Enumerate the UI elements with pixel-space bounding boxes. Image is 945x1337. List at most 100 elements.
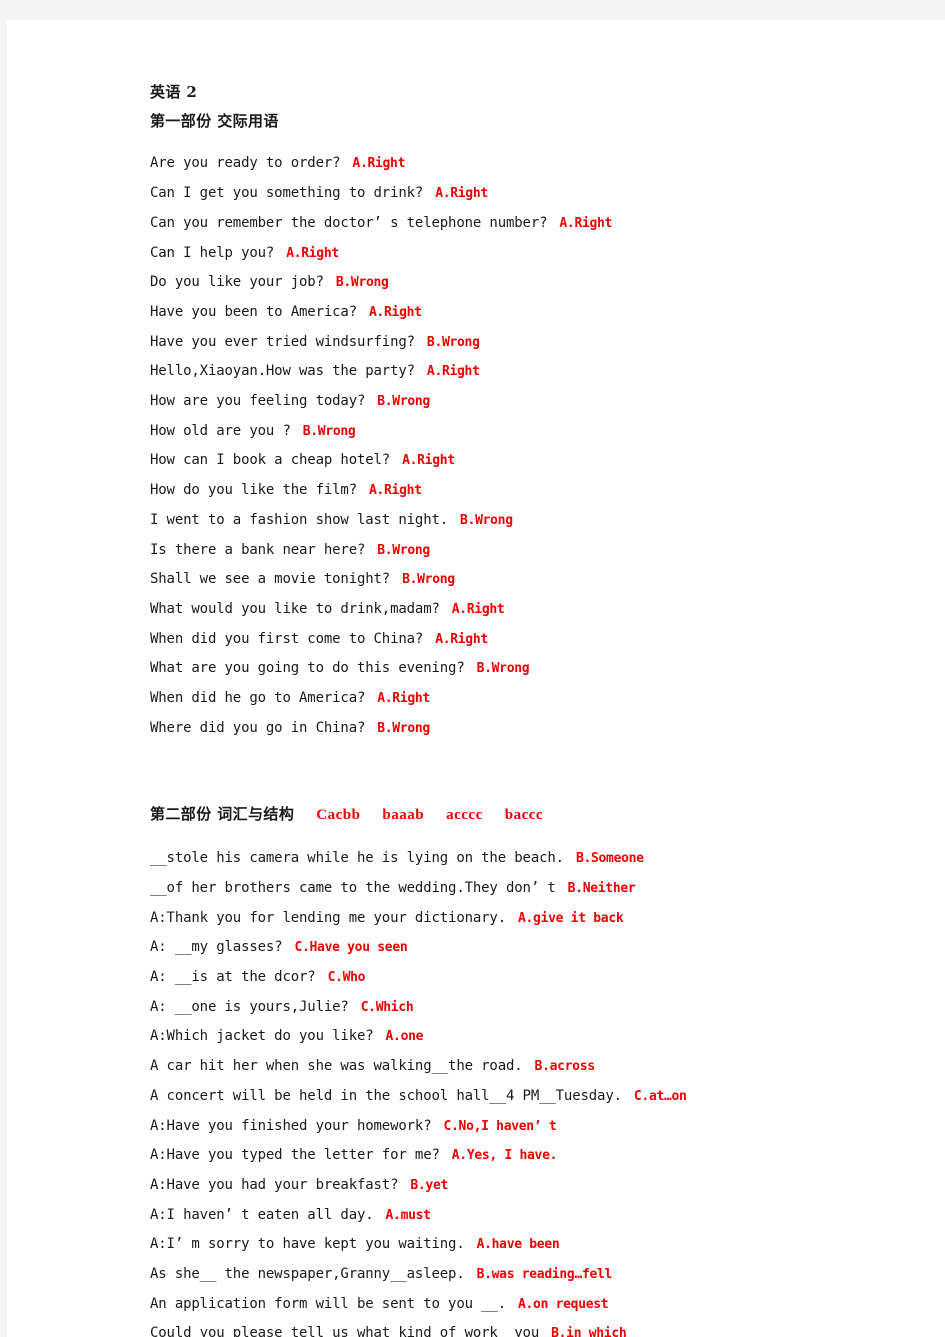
question-line: When did he go to America? A.Right	[150, 684, 910, 714]
question-text: Could you please tell us what kind of wo…	[150, 1325, 540, 1337]
question-line: Are you ready to order? A.Right	[150, 149, 910, 179]
question-line: Have you been to America? A.Right	[150, 298, 910, 328]
question-text: How are you feeling today?	[150, 393, 366, 410]
answer-text: A.Right	[435, 186, 488, 202]
answer-text: A.Right	[352, 156, 406, 172]
question-text: An application form will be sent to you …	[150, 1295, 506, 1312]
question-line: Can I get you something to drink? A.Right	[150, 179, 910, 209]
answer-text: B.Wrong	[476, 661, 530, 677]
question-text: A: __is at the dcor?	[150, 968, 316, 985]
question-text: A:Which jacket do you like?	[150, 1028, 374, 1045]
answer-text: C.at…on	[633, 1088, 687, 1104]
question-line: How are you feeling today? B.Wrong	[150, 387, 910, 417]
question-line: As she__ the newspaper,Granny__asleep. B.…	[150, 1260, 910, 1290]
question-line: Do you like your job? B.Wrong	[150, 268, 910, 298]
answer-text: A.Right	[286, 245, 339, 261]
section-1-list: Are you ready to order? A.Right Can I get…	[150, 149, 910, 743]
answer-text: A.Right	[368, 304, 422, 320]
question-text: Is there a bank near here?	[150, 541, 366, 558]
answer-text: C.Which	[360, 999, 414, 1015]
answer-text: A.Right	[377, 691, 430, 707]
question-line: How do you like the film? A.Right	[150, 476, 910, 506]
question-line: A:Have you had your breakfast? B.yet	[150, 1171, 910, 1201]
question-line: A:Which jacket do you like? A.one	[150, 1022, 910, 1052]
question-text: I went to a fashion show last night.	[150, 511, 449, 528]
answer-text: A.on request	[518, 1296, 609, 1312]
question-line: A:I’ m sorry to have kept you waiting. A.…	[150, 1230, 910, 1260]
page-title: 英语 2	[150, 83, 198, 101]
question-line: Shall we see a movie tonight? B.Wrong	[150, 565, 910, 595]
section-1-heading: 第一部份 交际用语	[150, 107, 910, 136]
question-line: I went to a fashion show last night. B.Wr…	[150, 506, 910, 536]
question-text: A:Thank you for lending me your dictiona…	[150, 909, 506, 926]
answer-text: B.in which	[551, 1326, 627, 1337]
question-text: __of her brothers came to the wedding.Th…	[150, 879, 556, 896]
question-line: __stole his camera while he is lying on …	[150, 844, 910, 874]
question-line: Can I help you? A.Right	[150, 239, 910, 269]
answer-text: C.No,I haven’ t	[443, 1118, 557, 1134]
question-line: __of her brothers came to the wedding.Th…	[150, 874, 910, 904]
question-text: When did he go to America?	[150, 690, 366, 707]
question-text: How can I book a cheap hotel?	[150, 452, 391, 469]
answer-code: baaab	[382, 807, 425, 824]
question-text: How old are you ?	[150, 422, 291, 439]
question-text: A:Have you typed the letter for me?	[150, 1147, 440, 1164]
answer-code: baccc	[504, 807, 544, 824]
section-2-heading: 第二部份 词汇与结构 Cacbb baaab acccc baccc	[150, 800, 910, 830]
question-text: How do you like the film?	[150, 482, 357, 499]
question-text: A concert will be held in the school hal…	[150, 1087, 622, 1104]
answer-text: B.Someone	[575, 851, 644, 867]
question-line: Where did you go in China? B.Wrong	[150, 714, 910, 744]
question-line: How can I book a cheap hotel? A.Right	[150, 446, 910, 476]
answer-text: A.Right	[451, 601, 505, 617]
answer-text: A.Right	[426, 364, 480, 380]
answer-text: B.Wrong	[302, 423, 356, 439]
question-text: A:Have you finished your homework?	[150, 1117, 432, 1134]
answer-text: B.yet	[410, 1177, 449, 1193]
answer-text: A.Right	[402, 453, 455, 469]
section-2-answer-codes: Cacbb baaab acccc baccc	[294, 807, 543, 823]
question-line: A:Have you finished your homework? C.No,I…	[150, 1112, 910, 1142]
question-text: What would you like to drink,madam?	[150, 600, 440, 617]
question-text: Are you ready to order?	[150, 155, 341, 172]
question-line: Can you remember the doctor’ s telephone…	[150, 209, 910, 239]
answer-text: B.Wrong	[377, 542, 430, 558]
answer-text: C.Who	[327, 969, 366, 985]
question-text: When did you first come to China?	[150, 630, 424, 647]
answer-text: A.Right	[368, 483, 422, 499]
answer-code: acccc	[446, 807, 483, 824]
question-text: Where did you go in China?	[150, 719, 366, 736]
answer-text: A.Right	[559, 215, 613, 231]
answer-text: B.Wrong	[426, 334, 480, 350]
question-line: How old are you ? B.Wrong	[150, 417, 910, 447]
question-line: What would you like to drink,madam? A.Rig…	[150, 595, 910, 625]
question-line: When did you first come to China? A.Right	[150, 625, 910, 655]
question-line: Could you please tell us what kind of wo…	[150, 1319, 910, 1337]
question-line: Have you ever tried windsurfing? B.Wrong	[150, 328, 910, 358]
question-text: A:I’ m sorry to have kept you waiting.	[150, 1236, 465, 1253]
answer-code: Cacbb	[316, 807, 361, 824]
question-text: As she__ the newspaper,Granny__asleep.	[150, 1266, 465, 1283]
question-text: Hello,Xiaoyan.How was the party?	[150, 363, 415, 380]
answer-text: B.Wrong	[377, 394, 430, 410]
answer-text: A.give it back	[518, 910, 624, 926]
answer-text: B.Wrong	[335, 275, 389, 291]
answer-text: B.Neither	[567, 880, 636, 896]
question-text: Can you remember the doctor’ s telephone…	[150, 214, 548, 231]
question-text: A car hit her when she was walking__the …	[150, 1058, 523, 1075]
document-page: 英语 2 第一部份 交际用语 Are you ready to order? A.…	[7, 20, 945, 1337]
question-text: Do you like your job?	[150, 274, 324, 291]
question-line: A:Have you typed the letter for me? A.Yes…	[150, 1141, 910, 1171]
question-text: A:Have you had your breakfast?	[150, 1176, 399, 1193]
answer-text: A.one	[385, 1029, 424, 1045]
question-line: An application form will be sent to you …	[150, 1290, 910, 1320]
question-line: A:Thank you for lending me your dictiona…	[150, 904, 910, 934]
answer-text: A.must	[385, 1207, 431, 1223]
question-line: A: __is at the dcor? C.Who	[150, 963, 910, 993]
answer-text: A.Right	[435, 631, 488, 647]
question-line: A concert will be held in the school hal…	[150, 1082, 910, 1112]
section-1-heading-label: 第一部份 交际用语	[150, 111, 279, 130]
section-2-list: __stole his camera while he is lying on …	[150, 844, 910, 1337]
